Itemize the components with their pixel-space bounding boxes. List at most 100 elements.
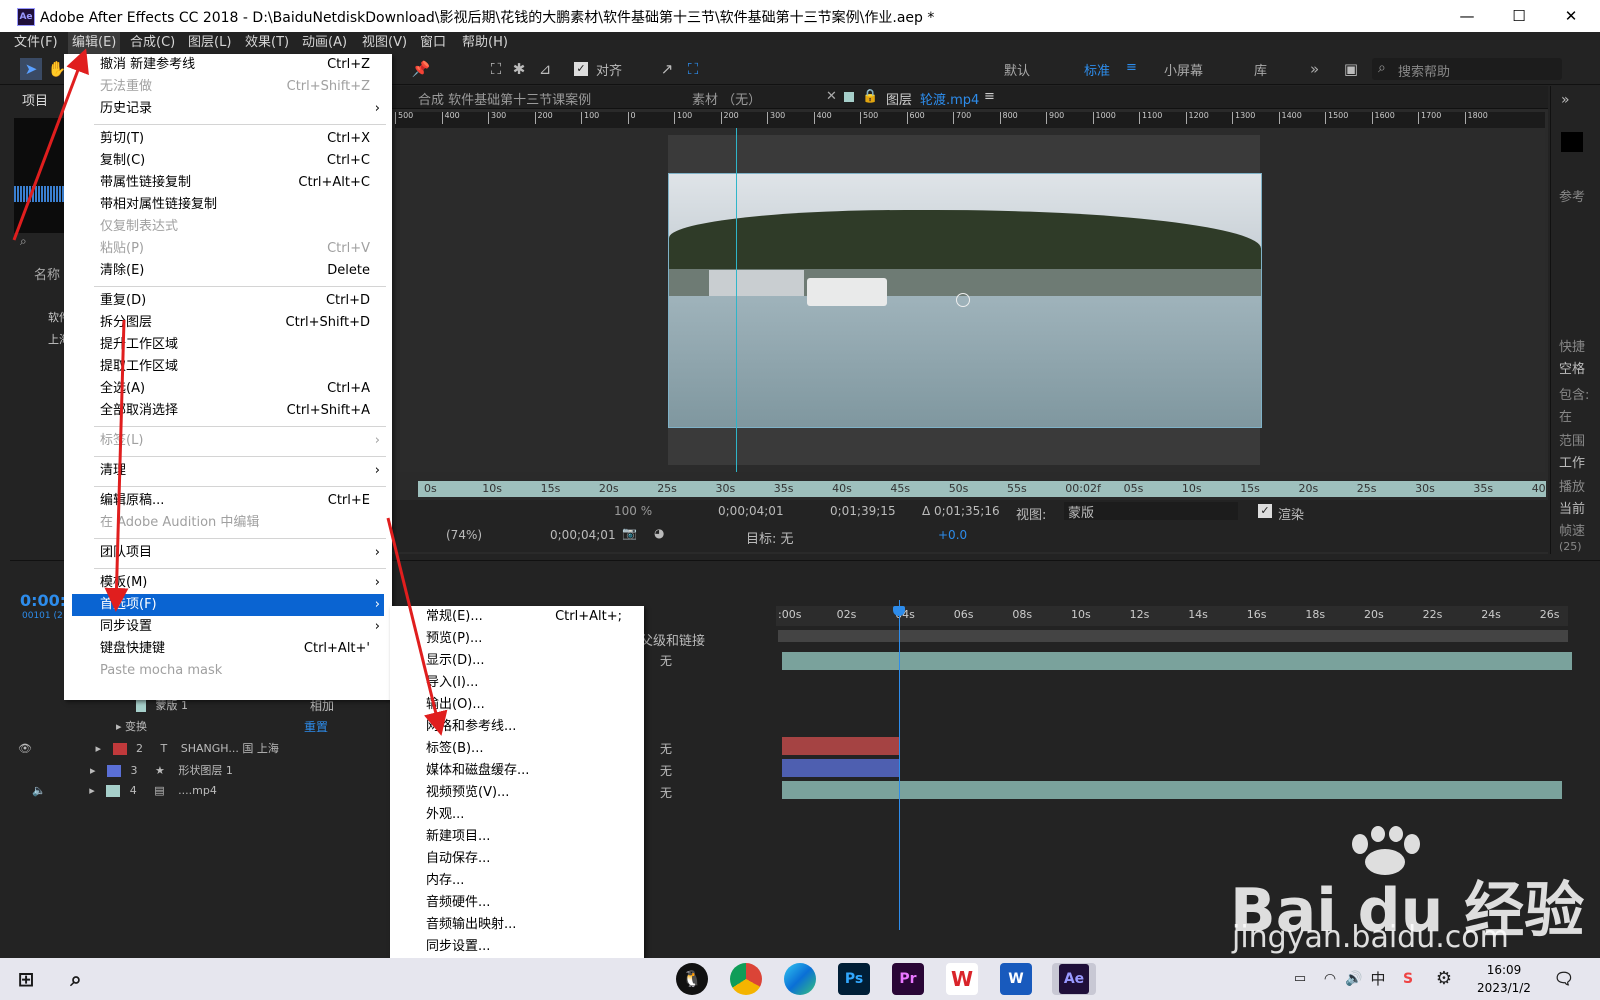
premiere-icon[interactable]: Pr — [892, 963, 924, 995]
word-icon[interactable]: W — [1000, 963, 1032, 995]
edit-menu-item[interactable]: 剪切(T) Ctrl+X — [64, 128, 392, 150]
edit-menu-item[interactable]: 编辑原稿... Ctrl+E — [64, 490, 392, 512]
battery-icon[interactable]: ▭ — [1284, 963, 1316, 995]
photoshop-icon[interactable]: Ps — [838, 963, 870, 995]
label-swatch[interactable] — [107, 765, 122, 777]
snap-icon[interactable]: ↗ — [656, 58, 678, 80]
transform-expand-icon[interactable]: ▸ — [116, 720, 125, 733]
color-channels-icon[interactable]: ◕ — [654, 526, 664, 540]
preferences-menu-item[interactable]: 显示(D)... — [390, 650, 644, 672]
preferences-menu-item[interactable]: 自动保存... — [390, 848, 644, 870]
edit-menu-item[interactable]: 提升工作区域 — [64, 334, 392, 356]
tab-composition[interactable]: 合成 软件基础第十三节课案例 — [418, 89, 591, 108]
menu-help[interactable]: 帮助(H) — [462, 32, 508, 54]
layer-bar[interactable] — [782, 652, 1572, 670]
layer-time-strip[interactable]: 0s 10s 15s 20s 25s 30s 35s 40s 45s 50s 55s 00:02f 05… — [418, 481, 1546, 497]
workspace-default[interactable]: 默认 — [1004, 60, 1030, 79]
preferences-menu-item[interactable]: 导入(I)... — [390, 672, 644, 694]
workspace-menu-icon[interactable]: ≡ — [1126, 60, 1137, 75]
preferences-menu-item[interactable]: 视频预览(V)... — [390, 782, 644, 804]
edit-menu-item[interactable]: 带属性链接复制 Ctrl+Alt+C — [64, 172, 392, 194]
menu-layer[interactable]: 图层(L) — [188, 32, 231, 54]
menu-animation[interactable]: 动画(A) — [302, 32, 347, 54]
layer-2-parent[interactable]: 无 — [660, 740, 672, 757]
expand-icon[interactable]: ▸ — [95, 742, 101, 755]
puppet-pin-icon[interactable]: ✱ — [508, 58, 530, 80]
preferences-menu-item[interactable]: 音频输出映射... — [390, 914, 644, 936]
snapshot-camera-icon[interactable]: 📷 — [622, 526, 637, 540]
after-effects-taskbar-button[interactable]: Ae — [1052, 963, 1096, 995]
menu-window[interactable]: 窗口 — [420, 32, 446, 54]
menu-edit[interactable]: 编辑(E) — [68, 32, 121, 54]
workspace-standard[interactable]: 标准 — [1084, 60, 1110, 79]
edit-menu-item[interactable]: 撤消 新建参考线 Ctrl+Z — [64, 54, 392, 76]
edit-menu-item[interactable]: 首选项(F) › — [72, 594, 384, 616]
edit-menu-item[interactable]: 模板(M) › — [64, 572, 392, 594]
preferences-menu-item[interactable]: 外观... — [390, 804, 644, 826]
snap-grid-icon[interactable]: ⛶ — [682, 58, 704, 80]
table-row[interactable]: 🔈 ▸ 4 ▤ ....mp4 — [10, 784, 400, 806]
layer-name[interactable]: 形状图层 1 — [178, 764, 233, 777]
project-search-icon[interactable]: ⌕ — [20, 234, 27, 249]
preferences-menu-item[interactable]: 新建项目... — [390, 826, 644, 848]
edit-menu-item[interactable]: 同步设置 › — [64, 616, 392, 638]
tab-layer-name[interactable]: 轮渡.mp4 — [920, 89, 979, 108]
align-checkbox[interactable]: ✓ — [574, 62, 588, 76]
tab-layer-prefix[interactable]: 图层 — [886, 89, 912, 108]
edit-menu-item[interactable]: 历史记录 › — [64, 98, 392, 120]
panel-overflow-icon[interactable]: » — [1561, 92, 1570, 108]
selection-tool-icon[interactable]: ➤ — [20, 58, 42, 80]
expand-icon[interactable]: ▸ — [90, 764, 96, 777]
edge-icon[interactable] — [784, 963, 816, 995]
layer-bar[interactable] — [782, 759, 900, 777]
clock-time[interactable]: 16:09 — [1474, 963, 1534, 977]
table-row[interactable]: ▸ 3 ★ 形状图层 1 — [10, 762, 400, 784]
tab-close-icon[interactable]: ✕ — [826, 89, 837, 104]
exposure-value[interactable]: +0.0 — [938, 528, 967, 542]
render-checkbox[interactable]: ✓ — [1258, 504, 1272, 518]
layer-4-parent[interactable]: 无 — [660, 784, 672, 801]
puppet-starch-icon[interactable]: ⊿ — [534, 58, 556, 80]
eye-icon[interactable]: 👁 — [18, 742, 32, 755]
preferences-menu-item[interactable]: 音频硬件... — [390, 892, 644, 914]
gear-icon[interactable]: ⚙ — [1428, 963, 1460, 995]
clock-date[interactable]: 2023/1/2 — [1466, 981, 1542, 995]
preferences-menu-item[interactable]: 标签(B)... — [390, 738, 644, 760]
edit-menu-item[interactable]: 复制(C) Ctrl+C — [64, 150, 392, 172]
puppet-tool-icon[interactable]: ⛶ — [484, 58, 508, 80]
minimize-button[interactable]: — — [1443, 0, 1491, 32]
edit-menu-item[interactable]: 清除(E) Delete — [64, 260, 392, 282]
preferences-menu-item[interactable]: 媒体和磁盘缓存... — [390, 760, 644, 782]
tab-footage[interactable]: 素材 （无） — [692, 89, 761, 108]
out-point[interactable]: 0;01;39;15 — [830, 504, 896, 518]
target-select[interactable]: 目标: 无 — [746, 528, 896, 547]
menu-view[interactable]: 视图(V) — [362, 32, 407, 54]
pin-tool-icon[interactable]: 📌 — [410, 58, 432, 80]
transform-reset-link[interactable]: 重置 — [304, 718, 328, 735]
preferences-menu-item[interactable]: 输出(O)... — [390, 694, 644, 716]
in-point[interactable]: 0;00;04;01 — [718, 504, 784, 518]
layer-name[interactable]: SHANGH... 国 上海 — [181, 742, 279, 755]
workspace-library[interactable]: 库 — [1254, 60, 1267, 79]
preferences-menu-item[interactable]: 内存... — [390, 870, 644, 892]
layer-bar[interactable] — [782, 737, 900, 755]
search-icon[interactable]: ⌕ — [60, 963, 92, 995]
layer-3-parent[interactable]: 无 — [660, 762, 672, 779]
timeline-current-time[interactable]: 0:00: — [20, 591, 66, 610]
current-time[interactable]: 0;00;04;01 — [550, 528, 616, 542]
notification-icon[interactable]: 🗨 — [1548, 963, 1580, 995]
workspace-small-screen[interactable]: 小屏幕 — [1164, 60, 1203, 79]
layer-name[interactable]: ....mp4 — [178, 784, 217, 797]
layer-1-parent[interactable]: 无 — [660, 652, 672, 669]
anchor-point-icon[interactable] — [956, 293, 970, 307]
wps-icon[interactable]: W — [946, 963, 978, 995]
sogou-icon[interactable]: S — [1392, 963, 1424, 995]
project-name-column[interactable]: 名称 — [34, 264, 60, 283]
help-search-input[interactable]: 搜索帮助 — [1398, 61, 1450, 80]
speaker-icon[interactable]: 🔈 — [32, 784, 46, 797]
menu-effect[interactable]: 效果(T) — [245, 32, 289, 54]
edit-menu-item[interactable]: 键盘快捷键 Ctrl+Alt+' — [64, 638, 392, 660]
preferences-menu-item[interactable]: 同步设置... — [390, 936, 644, 958]
edit-menu-item[interactable]: 全部取消选择 Ctrl+Shift+A — [64, 400, 392, 422]
help-search[interactable]: ⌕ 搜索帮助 — [1372, 58, 1562, 80]
